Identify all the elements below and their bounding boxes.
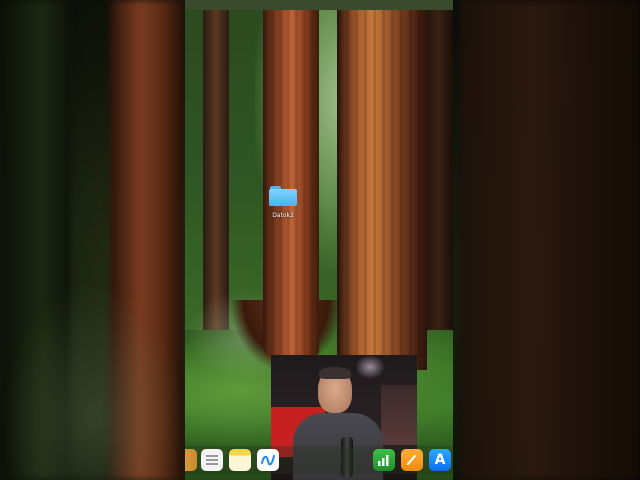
background-equipment bbox=[381, 385, 417, 445]
wallpaper-redwood-trunk bbox=[263, 10, 319, 360]
presenter-hair bbox=[319, 367, 351, 379]
backdrop-tree-right bbox=[460, 0, 640, 480]
wallpaper-redwood-trunk bbox=[337, 10, 427, 370]
menu-bar bbox=[185, 0, 453, 10]
dock: A bbox=[185, 446, 453, 474]
studio-light bbox=[355, 355, 385, 379]
pages-icon[interactable] bbox=[401, 449, 423, 471]
freeform-icon[interactable] bbox=[257, 449, 279, 471]
desktop-folder[interactable]: Datok2 bbox=[268, 186, 298, 219]
notes-icon[interactable] bbox=[229, 449, 251, 471]
desktop-screen: Datok2 A bbox=[185, 0, 453, 480]
finder-icon[interactable] bbox=[185, 449, 197, 471]
numbers-icon[interactable] bbox=[373, 449, 395, 471]
folder-label: Datok2 bbox=[272, 212, 294, 219]
wallpaper-tree bbox=[203, 10, 229, 330]
folder-icon[interactable] bbox=[269, 186, 297, 206]
reminders-icon[interactable] bbox=[201, 449, 223, 471]
backdrop-fog bbox=[0, 280, 185, 480]
app-store-icon[interactable]: A bbox=[429, 449, 451, 471]
